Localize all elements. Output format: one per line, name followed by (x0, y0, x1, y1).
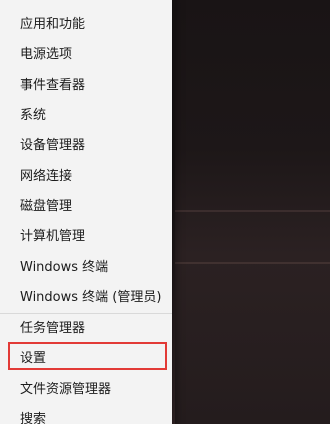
desktop-wallpaper-streak (175, 210, 330, 212)
menu-item-system[interactable]: 系统 (6, 99, 166, 127)
menu-item-apps-and-features[interactable]: 应用和功能 (6, 8, 166, 36)
menu-item-device-manager[interactable]: 设备管理器 (6, 129, 166, 157)
menu-item-task-manager[interactable]: 任务管理器 (6, 312, 166, 340)
menu-item-event-viewer[interactable]: 事件查看器 (6, 69, 166, 97)
quick-link-context-menu: 应用和功能 电源选项 事件查看器 系统 设备管理器 网络连接 磁盘管理 计算机管… (0, 0, 172, 424)
menu-item-windows-terminal[interactable]: Windows 终端 (6, 251, 166, 279)
desktop-background (175, 0, 330, 424)
menu-item-windows-terminal-admin[interactable]: Windows 终端 (管理员) (6, 281, 166, 309)
menu-item-network-connections[interactable]: 网络连接 (6, 160, 166, 188)
menu-item-computer-management[interactable]: 计算机管理 (6, 220, 166, 248)
menu-item-disk-management[interactable]: 磁盘管理 (6, 190, 166, 218)
desktop-wallpaper-streak (175, 262, 330, 264)
menu-item-power-options[interactable]: 电源选项 (6, 38, 166, 66)
menu-item-file-explorer[interactable]: 文件资源管理器 (6, 373, 166, 401)
menu-item-search[interactable]: 搜索 (6, 403, 166, 424)
menu-item-settings[interactable]: 设置 (6, 342, 166, 370)
